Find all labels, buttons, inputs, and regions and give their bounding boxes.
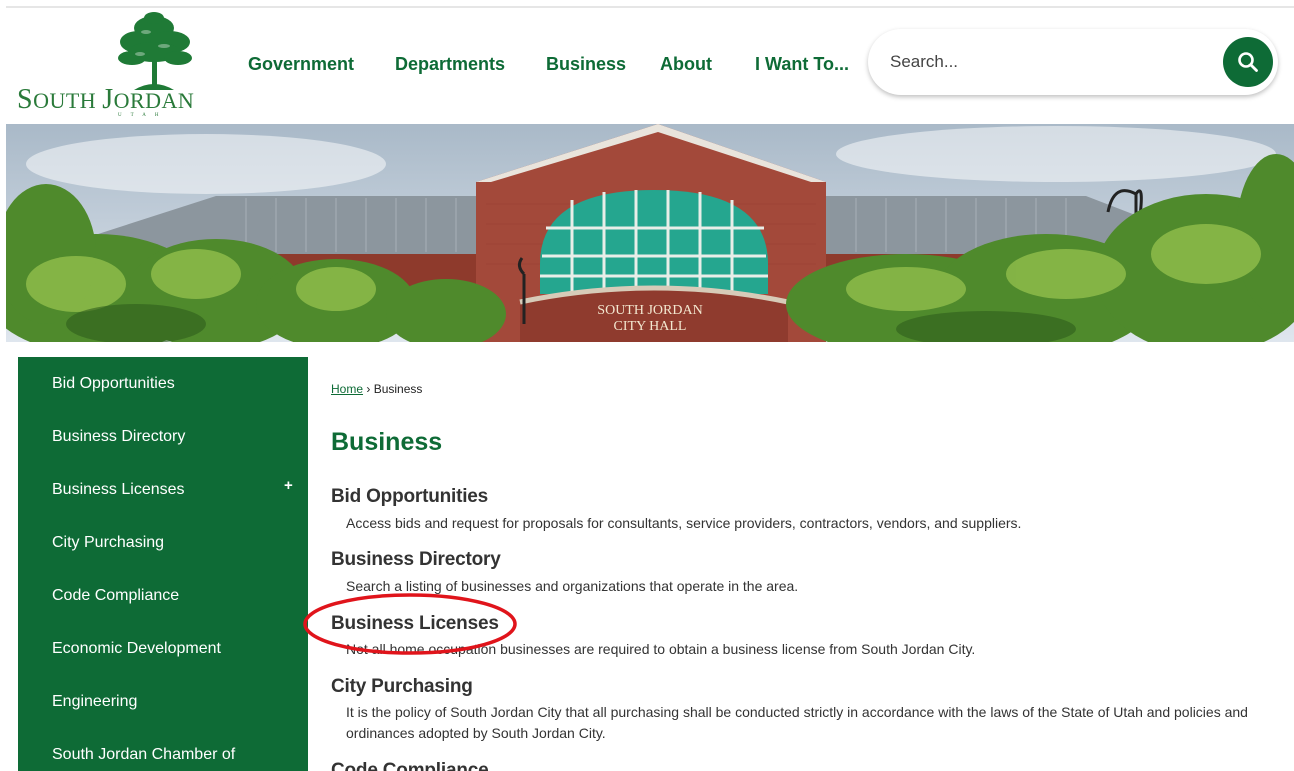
sidebar-item-business-licenses[interactable]: Business Licenses +	[18, 463, 308, 516]
sidebar-item-engineering[interactable]: Engineering	[18, 675, 308, 728]
search-box	[868, 29, 1278, 95]
nav-about[interactable]: About	[660, 54, 712, 75]
breadcrumb-home-link[interactable]: Home	[331, 382, 363, 396]
sidebar-item-label: Code Compliance	[52, 587, 180, 604]
sidebar-item-business-directory[interactable]: Business Directory	[18, 410, 308, 463]
search-icon	[1238, 52, 1258, 72]
search-button[interactable]	[1223, 37, 1273, 87]
sidebar-item-label: Business Directory	[52, 428, 186, 445]
page-title: Business	[331, 428, 443, 456]
banner-sign-line2: CITY HALL	[614, 319, 687, 334]
expand-plus-icon[interactable]: +	[284, 477, 293, 494]
entry-desc-business-licenses: Not all home occupation businesses are r…	[346, 641, 976, 657]
nav-business[interactable]: Business	[546, 54, 626, 75]
logo-subtext: UTAH	[118, 113, 168, 118]
site-logo[interactable]: SOUTH JORDAN UTAH	[14, 12, 204, 118]
tree-logo-icon	[118, 12, 192, 90]
sidebar-nav: Bid Opportunities Business Directory Bus…	[18, 357, 308, 771]
sidebar-item-bid-opportunities[interactable]: Bid Opportunities	[18, 357, 308, 410]
sidebar-item-label: Bid Opportunities	[52, 375, 175, 392]
logo-wordmark: SOUTH JORDAN	[17, 84, 195, 115]
nav-i-want-to[interactable]: I Want To...	[755, 54, 849, 75]
sidebar-item-label: Engineering	[52, 693, 138, 710]
breadcrumb: Home › Business	[331, 382, 422, 396]
entry-title-business-licenses[interactable]: Business Licenses	[331, 613, 499, 635]
sidebar-item-label: City Purchasing	[52, 534, 165, 551]
entry-desc-city-purchasing: It is the policy of South Jordan City th…	[346, 704, 1248, 741]
site-header: SOUTH JORDAN UTAH Government Departments…	[0, 8, 1294, 122]
sidebar-item-economic-development[interactable]: Economic Development	[18, 622, 308, 675]
sidebar-item-chamber[interactable]: South Jordan Chamber of	[18, 728, 308, 771]
nav-departments[interactable]: Departments	[395, 54, 505, 75]
sidebar-item-code-compliance[interactable]: Code Compliance	[18, 569, 308, 622]
entry-title-business-directory[interactable]: Business Directory	[331, 549, 501, 571]
entry-title-code-compliance[interactable]: Code Compliance	[331, 760, 489, 771]
entry-title-city-purchasing[interactable]: City Purchasing	[331, 676, 473, 698]
entry-desc-bid-opportunities: Access bids and request for proposals fo…	[346, 515, 1022, 531]
sidebar-item-label: Economic Development	[52, 640, 221, 657]
sidebar-item-label: Business Licenses	[52, 481, 185, 498]
city-hall-banner-image: SOUTH JORDAN CITY HALL	[6, 124, 1294, 342]
sidebar-item-label: South Jordan Chamber of	[52, 746, 236, 763]
breadcrumb-current: Business	[373, 382, 423, 396]
breadcrumb-separator: ›	[366, 382, 371, 396]
search-input[interactable]	[890, 47, 1210, 77]
entry-title-bid-opportunities[interactable]: Bid Opportunities	[331, 486, 488, 508]
banner-sign-line1: SOUTH JORDAN	[597, 303, 702, 318]
entry-desc-business-directory: Search a listing of businesses and organ…	[346, 578, 799, 594]
sidebar-item-city-purchasing[interactable]: City Purchasing	[18, 516, 308, 569]
nav-government[interactable]: Government	[248, 54, 354, 75]
